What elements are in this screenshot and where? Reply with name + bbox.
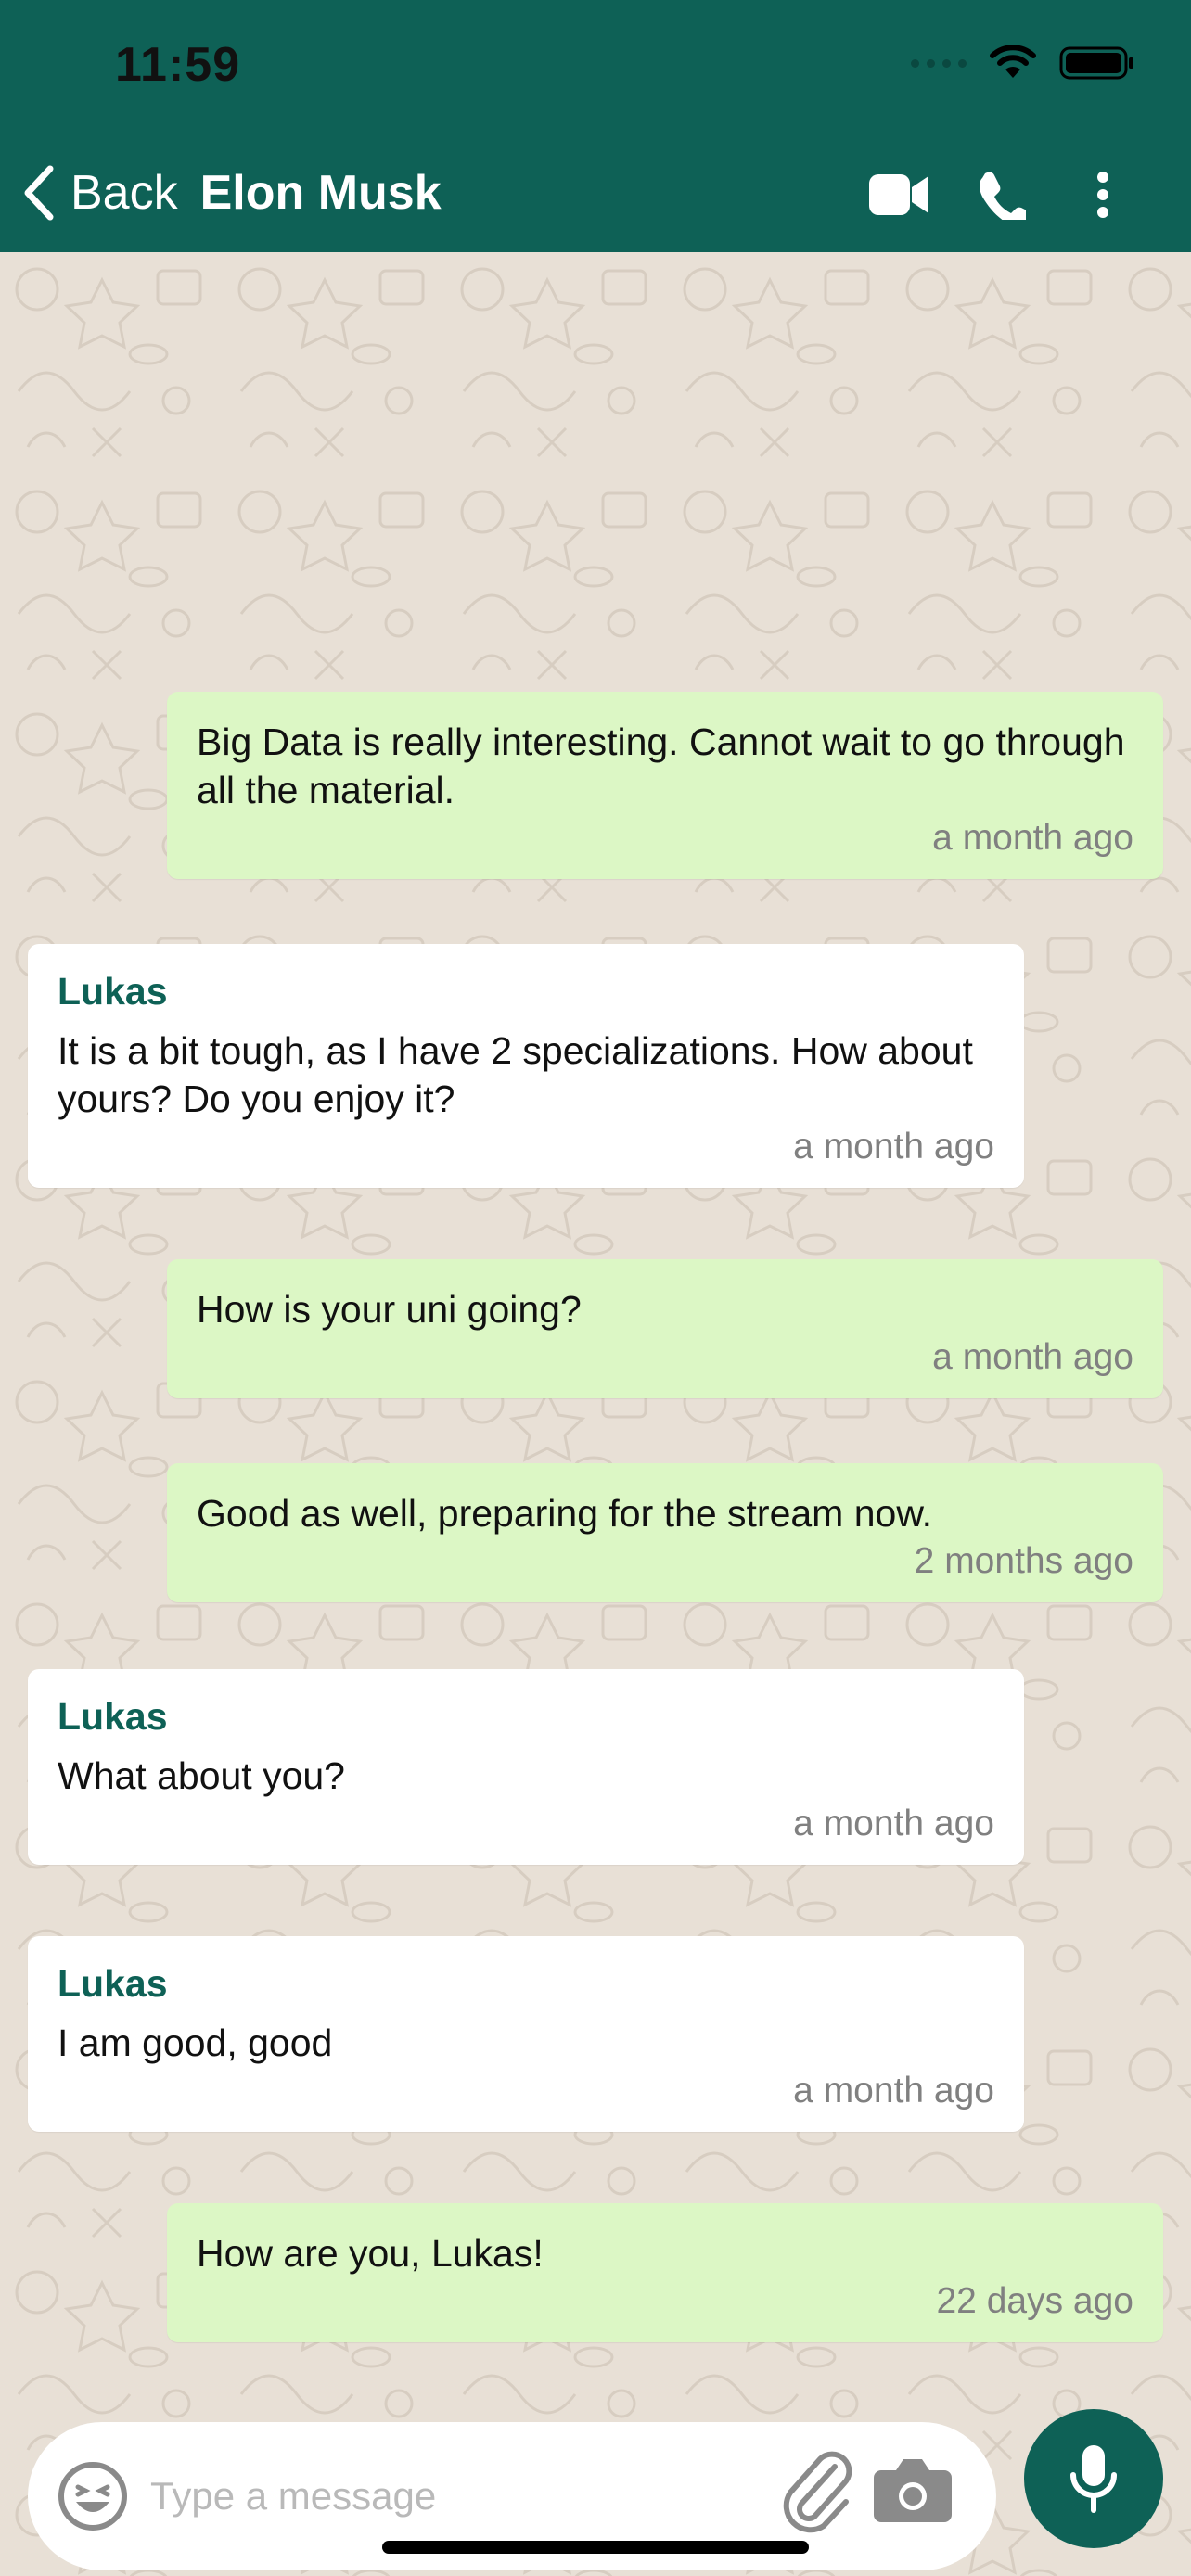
message-outgoing[interactable]: How are you, Lukas! 22 days ago <box>167 2203 1163 2342</box>
emoji-button[interactable] <box>56 2459 130 2538</box>
message-list[interactable]: Big Data is really interesting. Cannot w… <box>0 252 1191 2404</box>
emoji-icon <box>58 2462 127 2531</box>
attach-button[interactable] <box>779 2450 857 2538</box>
paperclip-icon <box>783 2451 852 2533</box>
message-sender: Lukas <box>58 1695 168 1738</box>
message-time: a month ago <box>793 1127 994 1167</box>
message-time: a month ago <box>793 2071 994 2111</box>
message-outgoing[interactable]: How is your uni going? a month ago <box>167 1259 1163 1398</box>
message-time: a month ago <box>932 818 1133 858</box>
back-label: Back <box>70 166 178 220</box>
message-text: How are you, Lukas! <box>197 2232 544 2275</box>
voice-call-button[interactable] <box>950 158 1052 232</box>
message-sender: Lukas <box>58 1962 168 2005</box>
chat-screen: 11:59 Back Elon Musk Big Data is really … <box>0 0 1191 2576</box>
message-time: a month ago <box>932 1337 1133 1377</box>
message-sender: Lukas <box>58 970 168 1013</box>
status-bar-indicators <box>911 45 1135 82</box>
message-text: What about you? <box>58 1754 345 1797</box>
message-text: Big Data is really interesting. Cannot w… <box>197 721 1125 811</box>
message-incoming[interactable]: Lukas It is a bit tough, as I have 2 spe… <box>28 944 1024 1188</box>
camera-button[interactable] <box>872 2455 954 2531</box>
contact-name[interactable]: Elon Musk <box>200 165 442 221</box>
chevron-left-icon <box>24 165 54 221</box>
header-actions <box>848 158 1154 232</box>
message-time: 2 months ago <box>914 1541 1133 1581</box>
message-outgoing[interactable]: Good as well, preparing for the stream n… <box>167 1463 1163 1602</box>
message-incoming[interactable]: Lukas What about you? a month ago <box>28 1669 1024 1865</box>
video-call-icon <box>869 174 928 215</box>
chat-header: 11:59 Back Elon Musk <box>0 0 1191 252</box>
message-text: Good as well, preparing for the stream n… <box>197 1492 933 1535</box>
more-vertical-icon <box>1097 172 1108 218</box>
back-button[interactable]: Back <box>20 163 178 223</box>
message-time: a month ago <box>793 1804 994 1843</box>
voice-message-button[interactable] <box>1024 2409 1163 2548</box>
message-text: How is your uni going? <box>197 1288 582 1331</box>
cellular-signal-icon <box>911 58 967 68</box>
battery-icon <box>1059 46 1133 80</box>
message-input[interactable] <box>150 2459 762 2533</box>
nav-bar: Back Elon Musk <box>0 148 1191 237</box>
message-time: 22 days ago <box>936 2281 1133 2321</box>
video-call-button[interactable] <box>848 158 950 232</box>
home-indicator[interactable] <box>382 2541 809 2554</box>
status-bar-time: 11:59 <box>115 38 241 92</box>
message-text: I am good, good <box>58 2021 333 2064</box>
phone-icon <box>980 172 1026 220</box>
more-options-button[interactable] <box>1052 158 1154 232</box>
microphone-icon <box>1070 2445 1117 2513</box>
wifi-icon <box>990 45 1036 78</box>
camera-icon <box>874 2459 952 2522</box>
message-text: It is a bit tough, as I have 2 specializ… <box>58 1029 973 1120</box>
message-outgoing[interactable]: Big Data is really interesting. Cannot w… <box>167 692 1163 879</box>
message-incoming[interactable]: Lukas I am good, good a month ago <box>28 1936 1024 2132</box>
